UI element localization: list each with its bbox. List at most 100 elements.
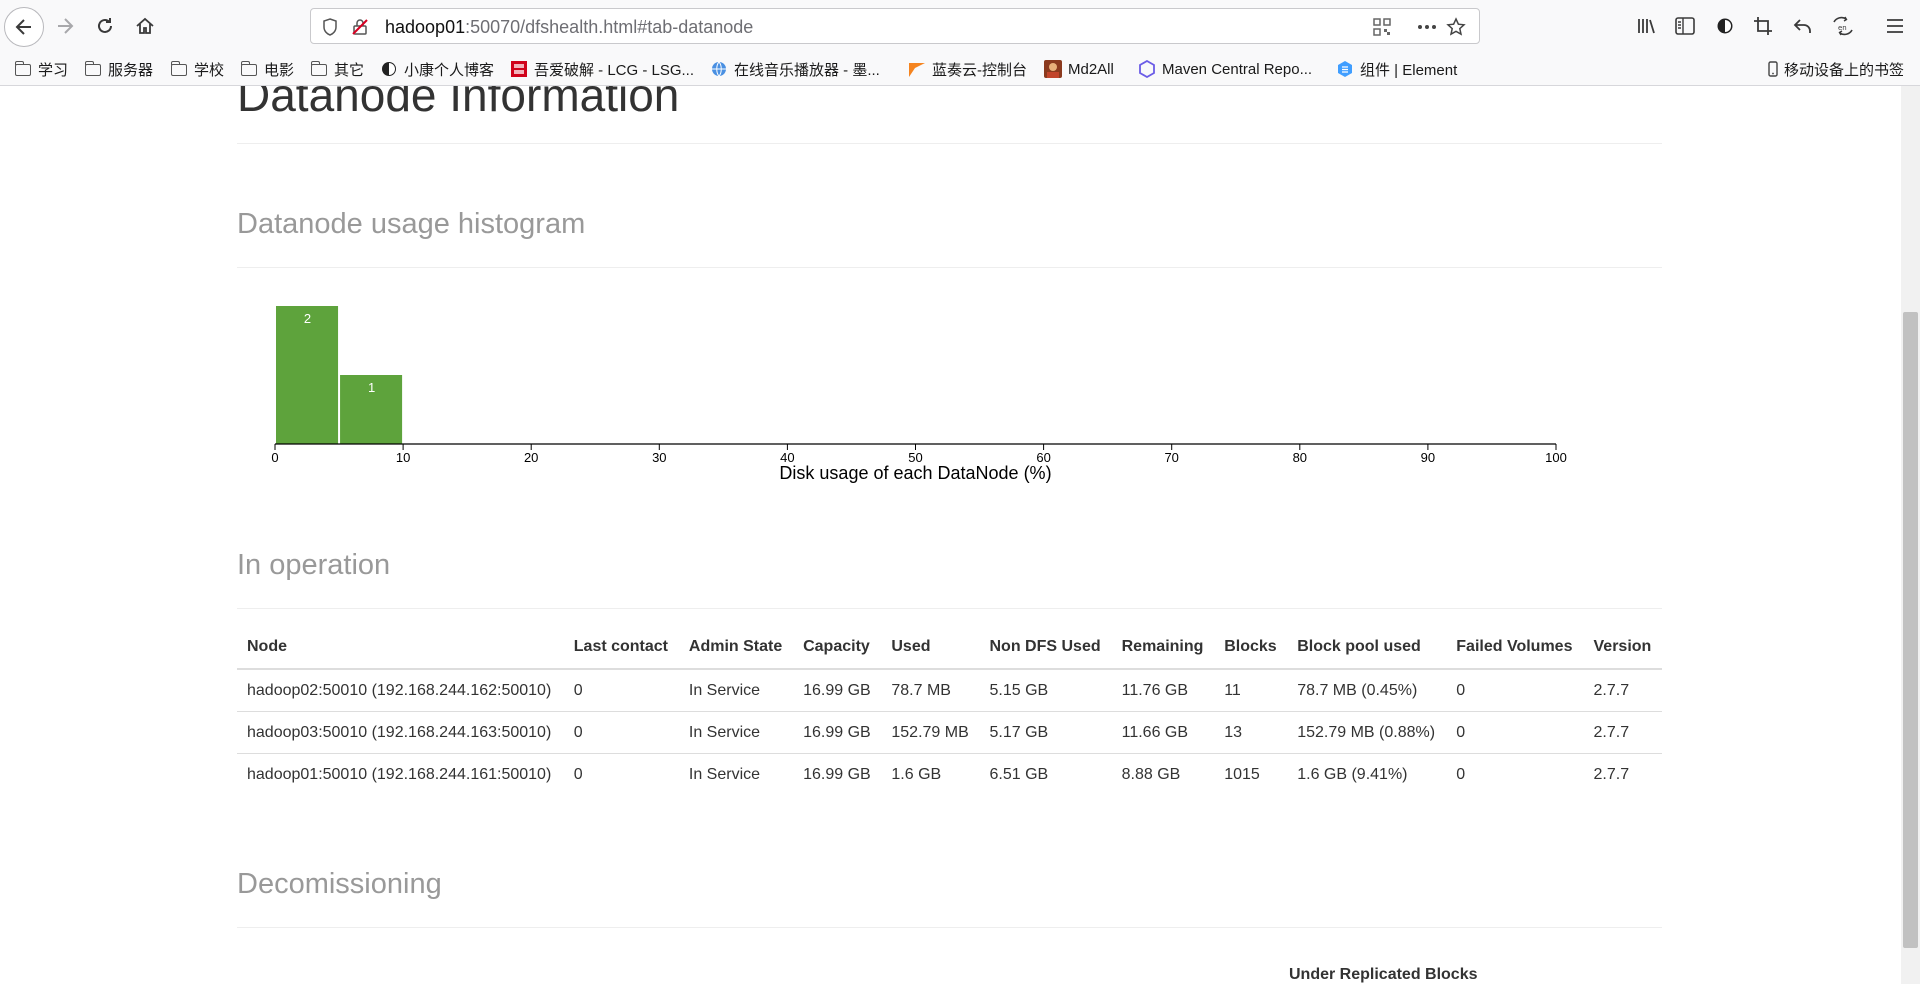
table-header-row: Node Last contact Admin State Capacity U… bbox=[237, 626, 1662, 670]
bookmark-folder[interactable]: 电影 bbox=[240, 59, 294, 79]
x-axis-tick-label: 70 bbox=[1164, 450, 1178, 465]
bookmark-link[interactable]: 在线音乐播放器 - 墨... bbox=[710, 59, 880, 79]
x-axis-tick-label: 100 bbox=[1545, 450, 1567, 465]
folder-icon bbox=[14, 61, 32, 77]
datanode-table: Node Last contact Admin State Capacity U… bbox=[237, 626, 1662, 795]
bookmark-folder[interactable]: 学校 bbox=[170, 59, 224, 79]
cell-blocks: 13 bbox=[1214, 711, 1288, 754]
crop-screenshot-button[interactable] bbox=[1746, 9, 1780, 43]
column-header-non-dfs-used[interactable]: Non DFS Used bbox=[979, 626, 1112, 670]
cell-node: hadoop03:50010 (192.168.244.163:50010) bbox=[237, 711, 564, 754]
cell-capacity: 16.99 GB bbox=[793, 711, 882, 754]
mobile-bookmarks-folder[interactable]: 移动设备上的书签 bbox=[1768, 59, 1904, 79]
bookmark-link[interactable]: Md2All bbox=[1044, 59, 1114, 79]
cell-admin-state: In Service bbox=[678, 711, 794, 754]
hexagon-icon bbox=[1138, 60, 1156, 78]
column-header-under-replicated-blocks[interactable]: Under Replicated Blocks bbox=[1289, 966, 1478, 984]
x-axis-tick-label: 80 bbox=[1293, 450, 1307, 465]
bookmark-label: 吾爱破解 - LCG - LSG... bbox=[534, 61, 695, 79]
cell-blocks: 11 bbox=[1214, 669, 1288, 712]
cell-version: 2.7.7 bbox=[1583, 669, 1662, 712]
column-header-remaining[interactable]: Remaining bbox=[1111, 626, 1215, 670]
bookmark-link[interactable]: 组件 | Element bbox=[1336, 59, 1457, 79]
svg-text:en: en bbox=[1838, 24, 1847, 32]
undo-icon bbox=[1793, 19, 1811, 33]
forward-button[interactable] bbox=[48, 9, 82, 43]
translate-button[interactable]: en bbox=[1826, 9, 1860, 43]
cell-last-contact: 0 bbox=[563, 711, 679, 754]
column-header-blocks[interactable]: Blocks bbox=[1214, 626, 1288, 670]
cell-admin-state: In Service bbox=[678, 669, 794, 712]
x-axis-tick-label: 90 bbox=[1421, 450, 1435, 465]
lanzou-flag-icon bbox=[908, 61, 926, 77]
bookmarks-toolbar: 学习 服务器 学校 电影 其它 小康个人博客 吾爱破解 - LCG - LSG.… bbox=[0, 52, 1920, 86]
half-moon-icon bbox=[1717, 18, 1733, 34]
library-button[interactable] bbox=[1630, 9, 1664, 43]
usage-histogram: 210 10 20 30 40 50 60 70 80 90 100Disk usage of ea… bbox=[271, 306, 1567, 483]
column-header-version[interactable]: Version bbox=[1583, 626, 1662, 670]
home-icon bbox=[136, 17, 154, 34]
bookmark-label: 移动设备上的书签 bbox=[1784, 61, 1905, 79]
back-button[interactable] bbox=[4, 7, 44, 47]
bookmark-label: 学习 bbox=[38, 61, 69, 79]
more-actions-icon[interactable] bbox=[1416, 16, 1438, 38]
cell-used: 152.79 MB bbox=[881, 711, 980, 754]
bookmark-label: 蓝奏云-控制台 bbox=[932, 61, 1027, 79]
column-header-capacity[interactable]: Capacity bbox=[793, 626, 882, 670]
page-content: Datanode Information Datanode usage hist… bbox=[0, 86, 1920, 984]
url-bar[interactable]: hadoop01:50070/dfshealth.html#tab-datano… bbox=[310, 8, 1480, 44]
bookmark-link[interactable]: 小康个人博客 bbox=[380, 59, 494, 79]
bookmark-folder[interactable]: 服务器 bbox=[84, 59, 153, 79]
table-row: hadoop03:50010 (192.168.244.163:50010) 0… bbox=[237, 711, 1662, 754]
bookmark-link[interactable]: 蓝奏云-控制台 bbox=[908, 59, 1027, 79]
in-operation-heading: In operation bbox=[237, 549, 391, 581]
mobile-phone-icon bbox=[1768, 61, 1778, 77]
column-header-block-pool-used[interactable]: Block pool used bbox=[1287, 626, 1447, 670]
column-header-last-contact[interactable]: Last contact bbox=[563, 626, 679, 670]
qr-code-icon[interactable] bbox=[1371, 16, 1393, 38]
dark-mode-extension-button[interactable] bbox=[1708, 9, 1742, 43]
cell-remaining: 8.88 GB bbox=[1121, 765, 1181, 783]
bookmark-label: 电影 bbox=[264, 61, 295, 79]
column-header-failed-volumes[interactable]: Failed Volumes bbox=[1446, 626, 1584, 670]
globe-icon bbox=[710, 61, 728, 77]
undo-button[interactable] bbox=[1786, 9, 1820, 43]
cell-block-pool-used: 152.79 MB (0.88%) bbox=[1287, 711, 1447, 754]
bookmark-label: 学校 bbox=[194, 61, 225, 79]
decommissioning-divider bbox=[237, 927, 1662, 928]
bookmark-label: 服务器 bbox=[108, 61, 154, 79]
reload-button[interactable] bbox=[88, 9, 122, 43]
half-moon-site-icon bbox=[380, 61, 398, 77]
page-scrollbar[interactable] bbox=[1901, 86, 1920, 984]
arrow-right-icon bbox=[58, 18, 74, 34]
cell-failed-volumes: 0 bbox=[1446, 711, 1584, 754]
bookmark-label: 在线音乐播放器 - 墨... bbox=[734, 61, 880, 79]
sidebar-icon bbox=[1675, 17, 1695, 35]
bookmark-star-icon[interactable] bbox=[1445, 16, 1467, 38]
cell-failed-volumes: 0 bbox=[1446, 669, 1584, 712]
cell-non-dfs-used: 5.15 GB bbox=[979, 669, 1112, 712]
cell-last-contact: 0 bbox=[563, 669, 679, 712]
url-text[interactable]: hadoop01:50070/dfshealth.html#tab-datano… bbox=[385, 17, 753, 38]
translate-icon: en bbox=[1833, 16, 1853, 36]
column-header-node[interactable]: Node bbox=[237, 626, 564, 670]
cell-version: 2.7.7 bbox=[1583, 711, 1662, 754]
reload-icon bbox=[98, 18, 112, 33]
column-header-admin-state[interactable]: Admin State bbox=[678, 626, 794, 670]
x-axis-label: Disk usage of each DataNode (%) bbox=[779, 463, 1051, 483]
bookmark-folder[interactable]: 学习 bbox=[14, 59, 68, 79]
scrollbar-thumb[interactable] bbox=[1903, 312, 1918, 948]
library-icon bbox=[1638, 19, 1655, 34]
bookmark-folder[interactable]: 其它 bbox=[310, 59, 364, 79]
sidebar-button[interactable] bbox=[1668, 9, 1702, 43]
insecure-lock-icon[interactable] bbox=[349, 16, 371, 38]
home-button[interactable] bbox=[128, 9, 162, 43]
menu-button[interactable] bbox=[1878, 9, 1912, 43]
bookmark-link[interactable]: 吾爱破解 - LCG - LSG... bbox=[510, 59, 694, 79]
x-axis-tick-label: 20 bbox=[524, 450, 538, 465]
bookmark-label: 其它 bbox=[334, 61, 365, 79]
bookmark-link[interactable]: Maven Central Repo... bbox=[1138, 59, 1312, 79]
folder-icon bbox=[84, 61, 102, 77]
shield-icon[interactable] bbox=[319, 16, 341, 38]
column-header-used[interactable]: Used bbox=[881, 626, 980, 670]
